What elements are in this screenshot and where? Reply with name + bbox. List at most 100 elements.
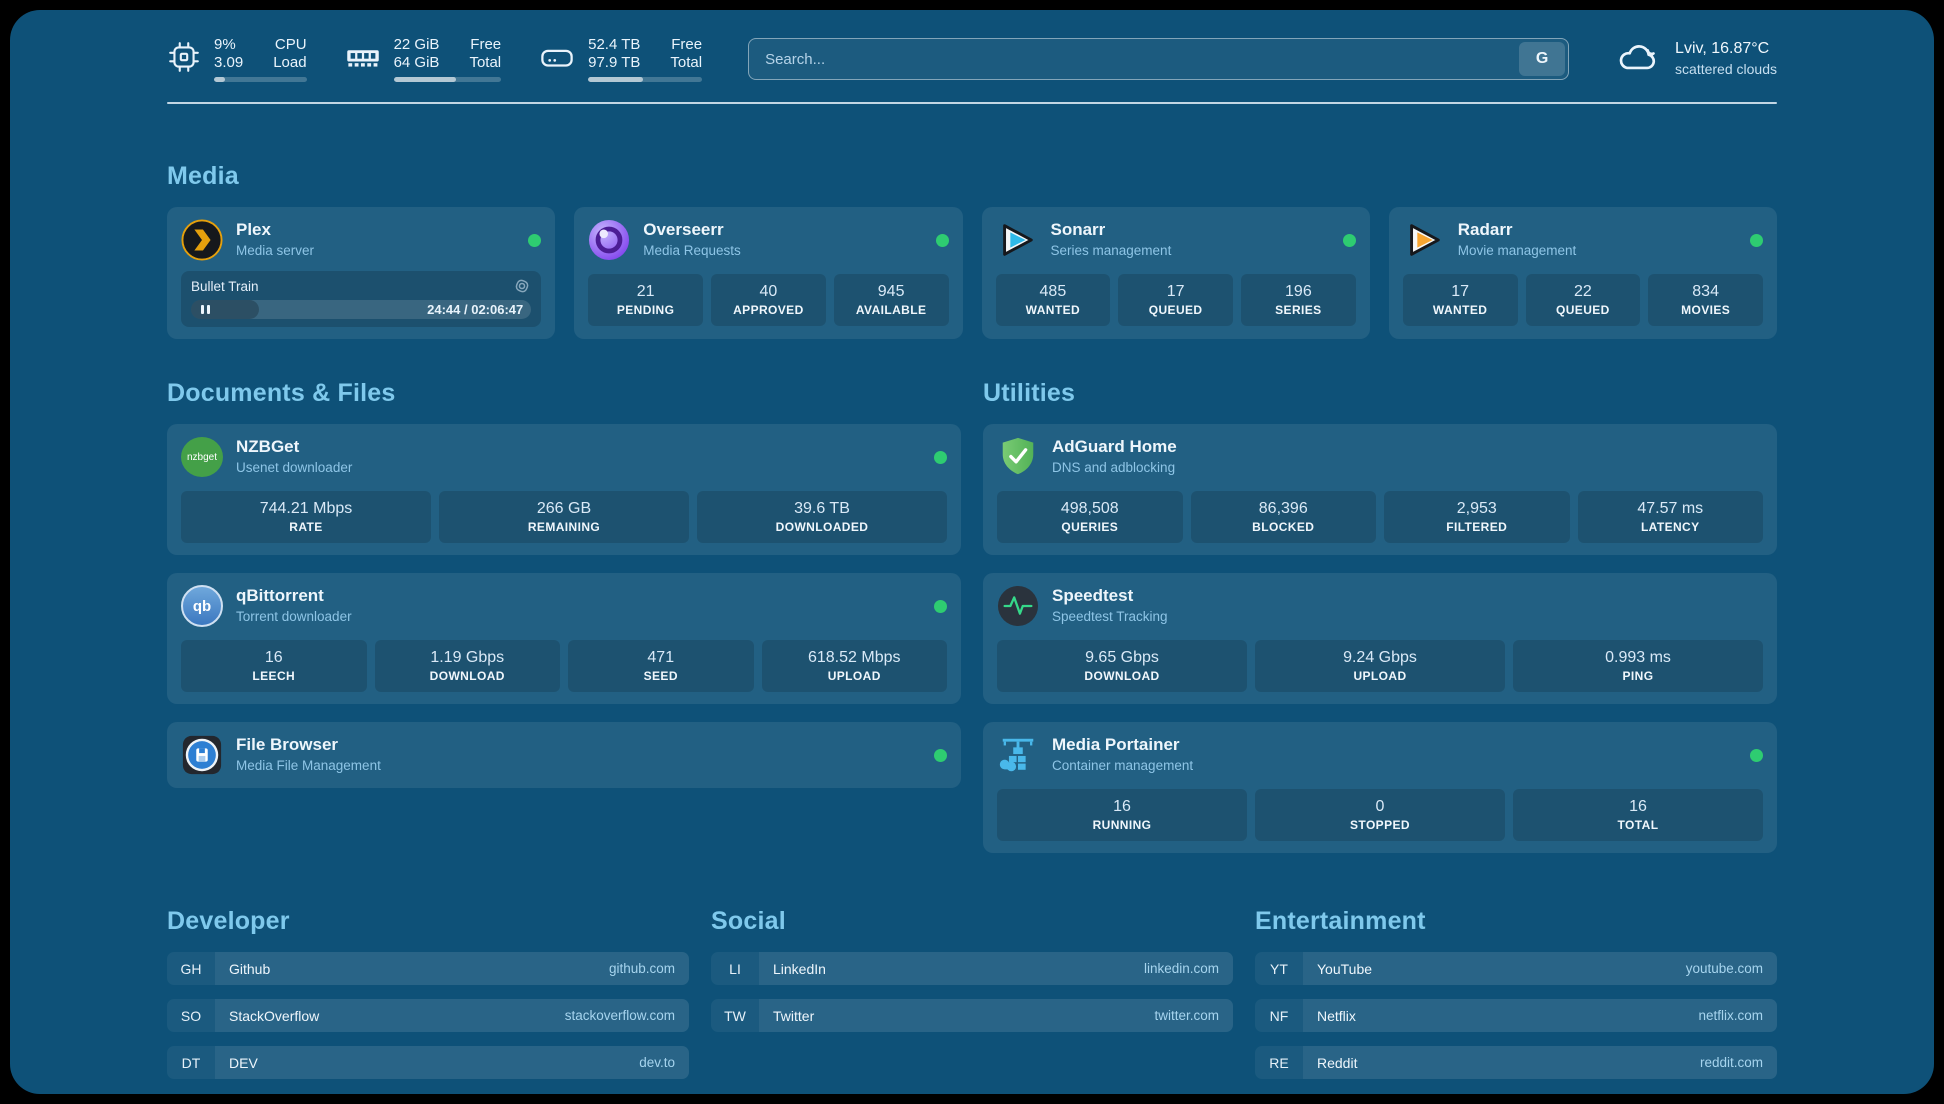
- bookmark-abbr: YT: [1255, 952, 1303, 985]
- card-subtitle: DNS and adblocking: [1052, 457, 1177, 478]
- stat-ping: 0.993 msPING: [1513, 640, 1763, 692]
- speedtest-icon: [997, 585, 1039, 627]
- card-subtitle: Media Requests: [643, 240, 741, 261]
- top-bar: 9% 3.09 CPU Load: [167, 36, 1777, 82]
- stat-filtered: 2,953FILTERED: [1384, 491, 1570, 543]
- card-nzbget[interactable]: nzbget NZBGet Usenet downloader 744.21 M…: [167, 424, 961, 555]
- playback-progress-bar[interactable]: 24:44 / 02:06:47: [191, 300, 531, 319]
- overseerr-icon: [588, 219, 630, 261]
- card-subtitle: Media server: [236, 240, 314, 261]
- card-radarr[interactable]: Radarr Movie management 17WANTED 22QUEUE…: [1389, 207, 1777, 339]
- portainer-icon: [997, 734, 1039, 776]
- bookmark-github[interactable]: GH Github github.com: [167, 952, 689, 985]
- disk-icon: [539, 39, 575, 80]
- bookmark-url: github.com: [609, 961, 675, 976]
- card-adguard[interactable]: AdGuard Home DNS and adblocking 498,508Q…: [983, 424, 1777, 555]
- bookmark-reddit[interactable]: RE Reddit reddit.com: [1255, 1046, 1777, 1079]
- bookmark-dev[interactable]: DT DEV dev.to: [167, 1046, 689, 1079]
- card-title: Media Portainer: [1052, 734, 1193, 755]
- stat-available: 945AVAILABLE: [834, 274, 949, 326]
- section-title-media: Media: [167, 162, 1777, 191]
- status-online-dot: [1750, 234, 1763, 247]
- card-filebrowser[interactable]: File Browser Media File Management: [167, 722, 961, 788]
- bookmark-url: dev.to: [639, 1055, 675, 1070]
- bookmark-abbr: GH: [167, 952, 215, 985]
- stat-pending: 21PENDING: [588, 274, 703, 326]
- memory-total-label: Total: [469, 54, 501, 72]
- dashboard-panel: 9% 3.09 CPU Load: [10, 10, 1934, 1094]
- stat-rate: 744.21 MbpsRATE: [181, 491, 431, 543]
- bookmark-name: StackOverflow: [229, 1008, 319, 1024]
- stat-series: 196SERIES: [1241, 274, 1356, 326]
- bookmark-abbr: DT: [167, 1046, 215, 1079]
- stat-movies: 834MOVIES: [1648, 274, 1763, 326]
- card-subtitle: Torrent downloader: [236, 606, 352, 627]
- nzbget-icon: nzbget: [181, 436, 223, 478]
- qbittorrent-icon: qb: [181, 585, 223, 627]
- card-plex[interactable]: Plex Media server Bullet Train: [167, 207, 555, 339]
- cpu-usage: 9%: [214, 36, 243, 54]
- bookmark-stackoverflow[interactable]: SO StackOverflowstackoverflow.com: [167, 999, 689, 1032]
- bookmark-linkedin[interactable]: LI LinkedInlinkedin.com: [711, 952, 1233, 985]
- cpu-label: CPU: [275, 36, 307, 54]
- bookmark-url: reddit.com: [1700, 1055, 1763, 1070]
- stat-blocked: 86,396BLOCKED: [1191, 491, 1377, 543]
- card-title: NZBGet: [236, 436, 352, 457]
- weather-condition: scattered clouds: [1675, 59, 1777, 80]
- playback-time: 24:44 / 02:06:47: [427, 300, 523, 319]
- status-online-dot: [934, 451, 947, 464]
- bookmark-youtube[interactable]: YT YouTubeyoutube.com: [1255, 952, 1777, 985]
- disk-free-label: Free: [671, 36, 702, 54]
- bookmark-netflix[interactable]: NF Netflixnetflix.com: [1255, 999, 1777, 1032]
- memory-icon: [345, 39, 381, 80]
- bookmark-abbr: SO: [167, 999, 215, 1032]
- pause-icon[interactable]: [201, 305, 210, 314]
- card-title: Sonarr: [1051, 219, 1172, 240]
- search-bar[interactable]: G: [748, 38, 1569, 80]
- stat-download: 9.65 GbpsDOWNLOAD: [997, 640, 1247, 692]
- stat-wanted: 17WANTED: [1403, 274, 1518, 326]
- card-portainer[interactable]: Media Portainer Container management 16R…: [983, 722, 1777, 853]
- memory-total-value: 64 GiB: [394, 54, 440, 72]
- card-title: AdGuard Home: [1052, 436, 1177, 457]
- stat-queries: 498,508QUERIES: [997, 491, 1183, 543]
- bookmark-name: DEV: [229, 1055, 258, 1071]
- gear-icon[interactable]: [513, 277, 531, 295]
- bookmark-twitter[interactable]: TW Twittertwitter.com: [711, 999, 1233, 1032]
- radarr-icon: [1403, 219, 1445, 261]
- bookmark-url: twitter.com: [1154, 1008, 1219, 1023]
- card-title: Radarr: [1458, 219, 1577, 240]
- memory-free-label: Free: [470, 36, 501, 54]
- plex-icon: [181, 219, 223, 261]
- now-playing-title: Bullet Train: [191, 279, 259, 294]
- cpu-progress: [214, 77, 307, 82]
- stat-seed: 471SEED: [568, 640, 754, 692]
- bookmark-name: Reddit: [1317, 1055, 1357, 1071]
- bookmark-name: YouTube: [1317, 961, 1372, 977]
- bookmark-name: LinkedIn: [773, 961, 826, 977]
- section-title-entertainment: Entertainment: [1255, 907, 1777, 936]
- disk-total-value: 97.9 TB: [588, 54, 640, 72]
- card-subtitle: Series management: [1051, 240, 1172, 261]
- card-subtitle: Media File Management: [236, 755, 381, 776]
- card-speedtest[interactable]: Speedtest Speedtest Tracking 9.65 GbpsDO…: [983, 573, 1777, 704]
- status-online-dot: [1750, 749, 1763, 762]
- filebrowser-icon: [181, 734, 223, 776]
- stat-downloaded: 39.6 TBDOWNLOADED: [697, 491, 947, 543]
- card-subtitle: Speedtest Tracking: [1052, 606, 1168, 627]
- section-title-utilities: Utilities: [983, 379, 1777, 408]
- search-provider-button[interactable]: G: [1519, 42, 1565, 76]
- stat-download: 1.19 GbpsDOWNLOAD: [375, 640, 561, 692]
- card-sonarr[interactable]: Sonarr Series management 485WANTED 17QUE…: [982, 207, 1370, 339]
- cpu-icon: [167, 40, 201, 79]
- memory-widget: 22 GiB 64 GiB Free Total: [345, 36, 502, 82]
- bookmark-abbr: RE: [1255, 1046, 1303, 1079]
- bookmark-name: Github: [229, 961, 270, 977]
- stat-upload: 9.24 GbpsUPLOAD: [1255, 640, 1505, 692]
- card-overseerr[interactable]: Overseerr Media Requests 21PENDING 40APP…: [574, 207, 962, 339]
- disk-free-value: 52.4 TB: [588, 36, 640, 54]
- card-title: File Browser: [236, 734, 381, 755]
- search-input[interactable]: [749, 39, 1568, 79]
- stat-remaining: 266 GBREMAINING: [439, 491, 689, 543]
- card-qbittorrent[interactable]: qb qBittorrent Torrent downloader 16LEEC…: [167, 573, 961, 704]
